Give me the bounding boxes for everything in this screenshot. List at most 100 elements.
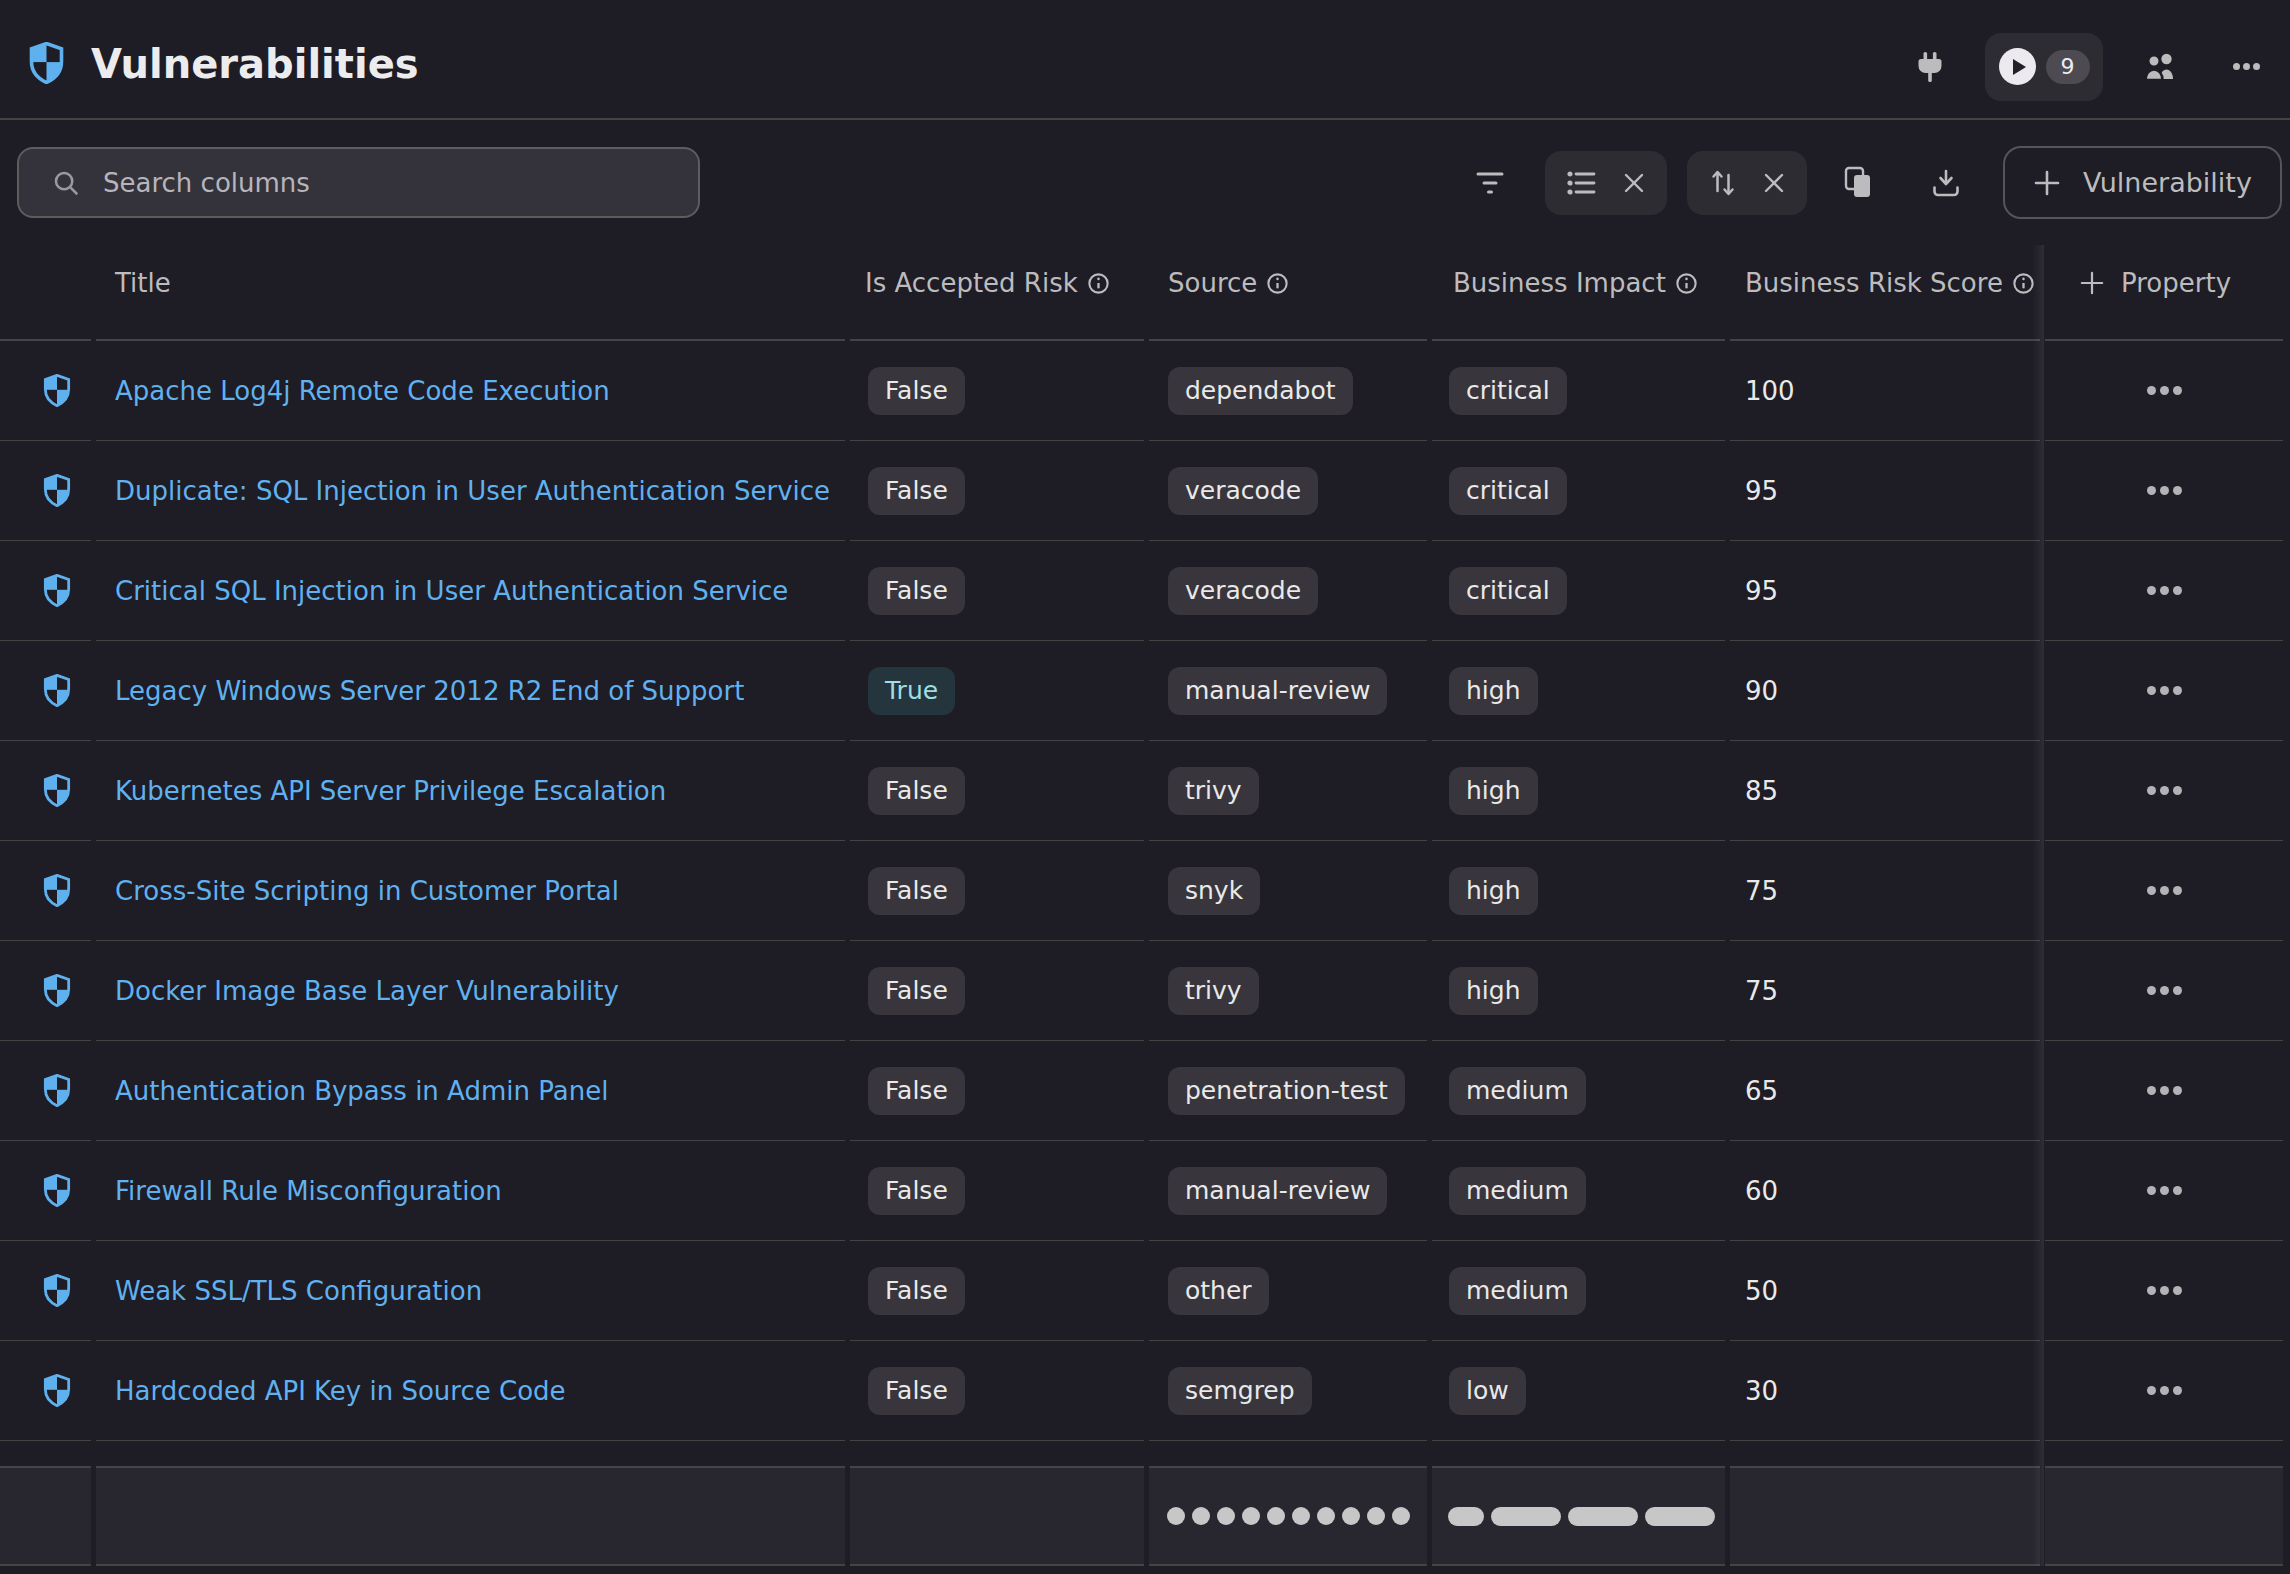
search-icon	[51, 168, 81, 198]
vulnerability-title-link[interactable]: Authentication Bypass in Admin Panel	[115, 1076, 608, 1106]
accepted-risk-badge: False	[868, 1067, 965, 1115]
row-actions-button[interactable]	[2147, 686, 2182, 695]
risk-score: 95	[1745, 576, 1778, 606]
vulnerability-shield-icon	[43, 974, 71, 1007]
source-badge: manual-review	[1168, 1167, 1387, 1215]
plus-icon	[2033, 169, 2061, 197]
row-actions-button[interactable]	[2147, 786, 2182, 795]
risk-score: 30	[1745, 1376, 1778, 1406]
more-options-icon[interactable]	[2233, 63, 2260, 70]
source-badge: other	[1168, 1267, 1269, 1315]
row-actions-button[interactable]	[2147, 1286, 2182, 1295]
filter-icon[interactable]	[1475, 170, 1505, 196]
column-header-business-impact[interactable]: Business Impact	[1432, 245, 1725, 341]
plus-icon	[2079, 270, 2105, 296]
row-actions-button[interactable]	[2147, 1086, 2182, 1095]
vulnerability-title-link[interactable]: Critical SQL Injection in User Authentic…	[115, 576, 788, 606]
table-row: Legacy Windows Server 2012 R2 End of Sup…	[0, 641, 2283, 741]
row-actions-button[interactable]	[2147, 586, 2182, 595]
source-badge: snyk	[1168, 867, 1260, 915]
vulnerability-shield-icon	[43, 774, 71, 807]
impact-badge: high	[1449, 767, 1538, 815]
accepted-risk-badge: False	[868, 867, 965, 915]
clear-group-icon[interactable]	[1623, 172, 1645, 194]
vulnerability-title-link[interactable]: Weak SSL/TLS Configuration	[115, 1276, 482, 1306]
risk-score: 75	[1745, 976, 1778, 1006]
risk-score: 95	[1745, 476, 1778, 506]
row-actions-button[interactable]	[2147, 986, 2182, 995]
risk-score: 100	[1745, 376, 1795, 406]
page-title: Vulnerabilities	[91, 41, 419, 87]
add-vulnerability-button[interactable]: Vulnerability	[2003, 146, 2282, 219]
app-shield-logo-icon	[28, 42, 65, 84]
source-badge: veracode	[1168, 567, 1318, 615]
accepted-risk-badge: False	[868, 1267, 965, 1315]
group-by-control	[1545, 151, 1667, 215]
source-badge: veracode	[1168, 467, 1318, 515]
row-actions-button[interactable]	[2147, 386, 2182, 395]
vulnerability-title-link[interactable]: Duplicate: SQL Injection in User Authent…	[115, 476, 830, 506]
vulnerability-shield-icon	[43, 474, 71, 507]
search-input[interactable]: Search columns	[17, 147, 700, 218]
impact-badge: high	[1449, 967, 1538, 1015]
plugin-icon[interactable]	[1917, 51, 1943, 83]
column-header-accepted-risk[interactable]: Is Accepted Risk	[850, 245, 1144, 341]
vulnerability-title-link[interactable]: Apache Log4j Remote Code Execution	[115, 376, 610, 406]
table-row: Duplicate: SQL Injection in User Authent…	[0, 441, 2283, 541]
vulnerabilities-table: Title Is Accepted Risk Source Business I…	[0, 245, 2290, 1566]
vulnerability-title-link[interactable]: Hardcoded API Key in Source Code	[115, 1376, 566, 1406]
column-header-title[interactable]: Title	[96, 245, 845, 341]
table-header-row: Title Is Accepted Risk Source Business I…	[0, 245, 2283, 341]
row-actions-button[interactable]	[2147, 1386, 2182, 1395]
vulnerability-shield-icon	[43, 1274, 71, 1307]
clear-sort-icon[interactable]	[1763, 172, 1785, 194]
vulnerability-title-link[interactable]: Docker Image Base Layer Vulnerability	[115, 976, 619, 1006]
accepted-risk-badge: True	[868, 667, 955, 715]
run-status-button[interactable]: 9	[1985, 33, 2103, 101]
users-icon[interactable]	[2143, 52, 2177, 82]
search-placeholder: Search columns	[103, 168, 310, 198]
sort-icon[interactable]	[1709, 168, 1737, 198]
accepted-risk-badge: False	[868, 967, 965, 1015]
download-icon[interactable]	[1931, 168, 1961, 198]
list-icon[interactable]	[1567, 170, 1597, 196]
info-icon	[1267, 273, 1288, 294]
risk-score: 85	[1745, 776, 1778, 806]
impact-badge: medium	[1449, 1167, 1586, 1215]
vulnerability-title-link[interactable]: Kubernetes API Server Privilege Escalati…	[115, 776, 666, 806]
row-actions-button[interactable]	[2147, 486, 2182, 495]
info-icon	[2013, 273, 2034, 294]
copy-icon[interactable]	[1843, 166, 1875, 200]
impact-badge: medium	[1449, 1267, 1586, 1315]
impact-badge: high	[1449, 867, 1538, 915]
column-header-business-risk-score[interactable]: Business Risk Score	[1730, 245, 2040, 341]
source-badge: dependabot	[1168, 367, 1353, 415]
pinned-column-divider	[2042, 245, 2044, 1566]
source-badge: trivy	[1168, 967, 1259, 1015]
column-header-source[interactable]: Source	[1149, 245, 1427, 341]
add-vulnerability-label: Vulnerability	[2083, 167, 2252, 198]
impact-badge: medium	[1449, 1067, 1586, 1115]
accepted-risk-badge: False	[868, 367, 965, 415]
vulnerability-title-link[interactable]: Firewall Rule Misconfiguration	[115, 1176, 502, 1206]
vulnerability-shield-icon	[43, 874, 71, 907]
risk-score: 90	[1745, 676, 1778, 706]
risk-score: 75	[1745, 876, 1778, 906]
table-row: Hardcoded API Key in Source Code False s…	[0, 1341, 2283, 1441]
accepted-risk-badge: False	[868, 1167, 965, 1215]
source-badge: trivy	[1168, 767, 1259, 815]
table-row: Kubernetes API Server Privilege Escalati…	[0, 741, 2283, 841]
row-actions-button[interactable]	[2147, 1186, 2182, 1195]
add-property-button[interactable]: Property	[2045, 245, 2283, 341]
vulnerability-title-link[interactable]: Legacy Windows Server 2012 R2 End of Sup…	[115, 676, 744, 706]
source-badge: penetration-test	[1168, 1067, 1405, 1115]
table-body: Apache Log4j Remote Code Execution False…	[0, 341, 2283, 1441]
risk-score: 50	[1745, 1276, 1778, 1306]
accepted-risk-badge: False	[868, 467, 965, 515]
app-header: Vulnerabilities 9	[0, 0, 2290, 120]
impact-badge: critical	[1449, 567, 1567, 615]
risk-score: 65	[1745, 1076, 1778, 1106]
row-actions-button[interactable]	[2147, 886, 2182, 895]
source-badge: manual-review	[1168, 667, 1387, 715]
vulnerability-title-link[interactable]: Cross-Site Scripting in Customer Portal	[115, 876, 619, 906]
